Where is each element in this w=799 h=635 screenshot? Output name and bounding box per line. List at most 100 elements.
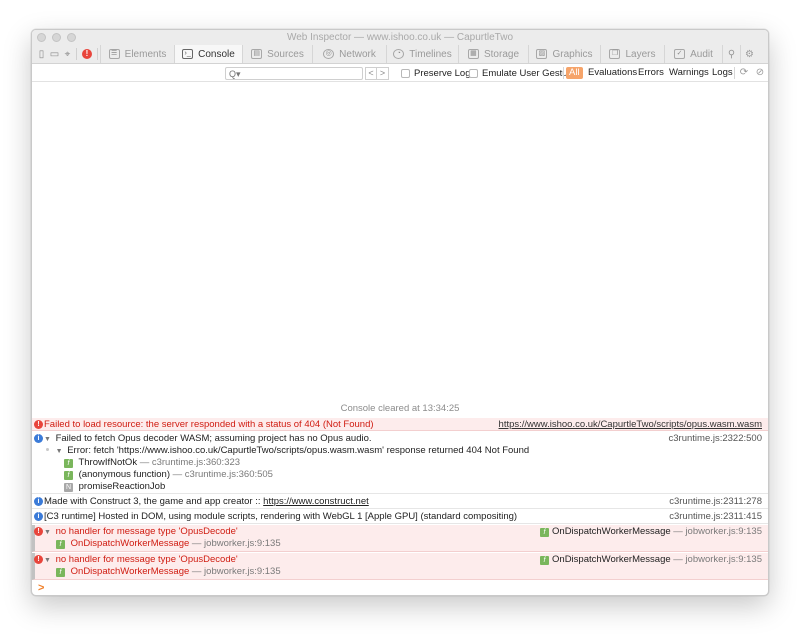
- console-message-error[interactable]: ! Failed to load resource: the server re…: [32, 418, 768, 431]
- message-line: [C3 runtime] Hosted in DOM, using module…: [44, 511, 762, 523]
- disclosure-triangle-icon[interactable]: ▼: [44, 557, 51, 564]
- message-text: Failed to load resource: the server resp…: [44, 419, 374, 430]
- checkbox-box: [401, 69, 410, 78]
- clear-log-icon[interactable]: ⊘: [754, 67, 766, 79]
- tab-label: Audit: [690, 48, 713, 60]
- web-inspector-window: Web Inspector — www.ishoo.co.uk — Capurt…: [31, 29, 769, 596]
- construct-link[interactable]: https://www.construct.net: [263, 496, 369, 507]
- error-icon: !: [34, 420, 43, 429]
- level-errors-button[interactable]: Errors: [638, 67, 664, 79]
- info-icon: i: [34, 434, 43, 443]
- search-button[interactable]: ⚲: [722, 45, 740, 63]
- stack-location[interactable]: — jobworker.js:9:135: [192, 566, 281, 577]
- tab-label: Console: [198, 48, 235, 60]
- disclosure-triangle-icon[interactable]: ▼: [56, 448, 63, 455]
- disclosure-triangle-icon[interactable]: ▼: [44, 436, 51, 443]
- function-icon: f: [64, 459, 73, 468]
- dock-bottom-icon[interactable]: ▭: [48, 45, 61, 63]
- console-filter-bar: < > Preserve Log Emulate User Gesture Al…: [32, 64, 768, 82]
- message-source[interactable]: https://www.ishoo.co.uk/CapurtleTwo/scri…: [499, 419, 762, 431]
- source-link[interactable]: https://www.ishoo.co.uk/CapurtleTwo/scri…: [499, 419, 762, 430]
- storage-icon: ▦: [467, 49, 479, 59]
- close-window-button[interactable]: [37, 33, 46, 42]
- level-evaluations-button[interactable]: Evaluations: [588, 67, 637, 79]
- divider: [563, 67, 564, 79]
- info-icon: i: [34, 497, 43, 506]
- window-controls: [37, 33, 76, 42]
- stack-function: OnDispatchWorkerMessage: [70, 538, 190, 549]
- console-message-info[interactable]: i Made with Construct 3, the game and ap…: [32, 495, 768, 509]
- tab-audit[interactable]: ✓ Audit: [664, 45, 722, 63]
- source-location[interactable]: — jobworker.js:9:135: [673, 526, 762, 537]
- function-icon: f: [540, 556, 550, 565]
- message-source[interactable]: f OnDispatchWorkerMessage — jobworker.js:…: [540, 554, 762, 566]
- console-message-info[interactable]: i [C3 runtime] Hosted in DOM, using modu…: [32, 510, 768, 524]
- disclosure-triangle-icon[interactable]: ▼: [44, 529, 51, 536]
- native-function-icon: N: [64, 483, 73, 492]
- tab-label: Graphics: [552, 48, 593, 60]
- stack-location[interactable]: — c3runtime.js:360:505: [173, 469, 273, 480]
- tab-storage[interactable]: ▦ Storage: [458, 45, 528, 63]
- console-message-error[interactable]: ! ▼ no handler for message type 'OpusDec…: [32, 553, 768, 580]
- message-text: [C3 runtime] Hosted in DOM, using module…: [44, 511, 518, 522]
- console-message-error[interactable]: ! ▼ no handler for message type 'OpusDec…: [32, 525, 768, 552]
- tab-label: Network: [339, 48, 376, 60]
- message-source[interactable]: c3runtime.js:2311:415: [669, 511, 762, 523]
- source-function: OnDispatchWorkerMessage: [552, 554, 671, 565]
- stack-frame[interactable]: f OnDispatchWorkerMessage — jobworker.js…: [44, 566, 762, 578]
- title-bar: Web Inspector — www.ishoo.co.uk — Capurt…: [32, 30, 768, 45]
- dock-side-icon[interactable]: ▯: [35, 45, 48, 63]
- previous-match-button[interactable]: <: [365, 67, 377, 80]
- tab-sources[interactable]: ▤ Sources: [242, 45, 312, 63]
- tab-layers[interactable]: ❐ Layers: [600, 45, 664, 63]
- message-line: ▼ Failed to fetch Opus decoder WASM; ass…: [44, 433, 762, 445]
- stack-frame[interactable]: f OnDispatchWorkerMessage — jobworker.js…: [44, 538, 762, 550]
- message-source[interactable]: f OnDispatchWorkerMessage — jobworker.js:…: [540, 526, 762, 538]
- message-source[interactable]: c3runtime.js:2311:278: [669, 496, 762, 508]
- stack-location[interactable]: — jobworker.js:9:135: [192, 538, 281, 549]
- error-object-text: Error: fetch 'https://www.ishoo.co.uk/Ca…: [67, 445, 530, 456]
- preserve-log-checkbox[interactable]: Preserve Log: [401, 68, 471, 79]
- error-count-button[interactable]: !: [79, 45, 95, 63]
- source-location[interactable]: — jobworker.js:9:135: [673, 554, 762, 565]
- message-text: Failed to fetch Opus decoder WASM; assum…: [55, 433, 372, 444]
- minimize-window-button[interactable]: [52, 33, 61, 42]
- level-warnings-button[interactable]: Warnings: [669, 67, 709, 79]
- zoom-window-button[interactable]: [67, 33, 76, 42]
- console-message-info[interactable]: i ▼ Failed to fetch Opus decoder WASM; a…: [32, 432, 768, 494]
- tab-timelines[interactable]: ◔ Timelines: [386, 45, 458, 63]
- source-function: OnDispatchWorkerMessage: [552, 526, 671, 537]
- tab-elements[interactable]: ☰ Elements: [100, 45, 174, 63]
- emulate-user-gesture-checkbox[interactable]: Emulate User Gesture: [469, 68, 576, 79]
- message-source[interactable]: c3runtime.js:2322:500: [669, 433, 762, 445]
- divider: [76, 48, 77, 60]
- tab-label: Sources: [267, 48, 304, 60]
- level-logs-button[interactable]: Logs: [712, 67, 733, 79]
- reload-icon[interactable]: ⟳: [738, 67, 750, 79]
- stack-function: ThrowIfNotOk: [78, 457, 138, 468]
- next-match-button[interactable]: >: [377, 67, 389, 80]
- console-prompt[interactable]: >: [38, 582, 44, 594]
- stack-location[interactable]: — c3runtime.js:360:323: [140, 457, 240, 468]
- function-icon: f: [64, 471, 73, 480]
- console-cleared-notice: Console cleared at 13:34:25: [340, 403, 460, 414]
- layers-icon: ❐: [609, 49, 621, 59]
- message-line: Made with Construct 3, the game and app …: [44, 496, 762, 508]
- tab-console[interactable]: ›_ Console: [174, 45, 242, 63]
- function-icon: f: [56, 568, 65, 577]
- stack-function: (anonymous function): [78, 469, 170, 480]
- stack-frame[interactable]: f (anonymous function) — c3runtime.js:36…: [44, 469, 762, 481]
- inspect-element-icon[interactable]: ⌖: [61, 45, 74, 63]
- console-filter-input[interactable]: [225, 67, 363, 80]
- bullet-icon: [46, 448, 49, 451]
- checkbox-label: Emulate User Gesture: [482, 68, 576, 79]
- tab-graphics[interactable]: ▨ Graphics: [528, 45, 600, 63]
- level-all-button[interactable]: All: [566, 67, 583, 79]
- settings-button[interactable]: ⚙: [740, 45, 758, 63]
- stack-frame[interactable]: N promiseReactionJob: [44, 481, 762, 493]
- gear-icon: ⚙: [745, 48, 754, 60]
- graphics-icon: ▨: [536, 49, 548, 59]
- stack-frame[interactable]: f ThrowIfNotOk — c3runtime.js:360:323: [44, 457, 762, 469]
- stack-function: OnDispatchWorkerMessage: [70, 566, 190, 577]
- tab-network[interactable]: ◎ Network: [312, 45, 386, 63]
